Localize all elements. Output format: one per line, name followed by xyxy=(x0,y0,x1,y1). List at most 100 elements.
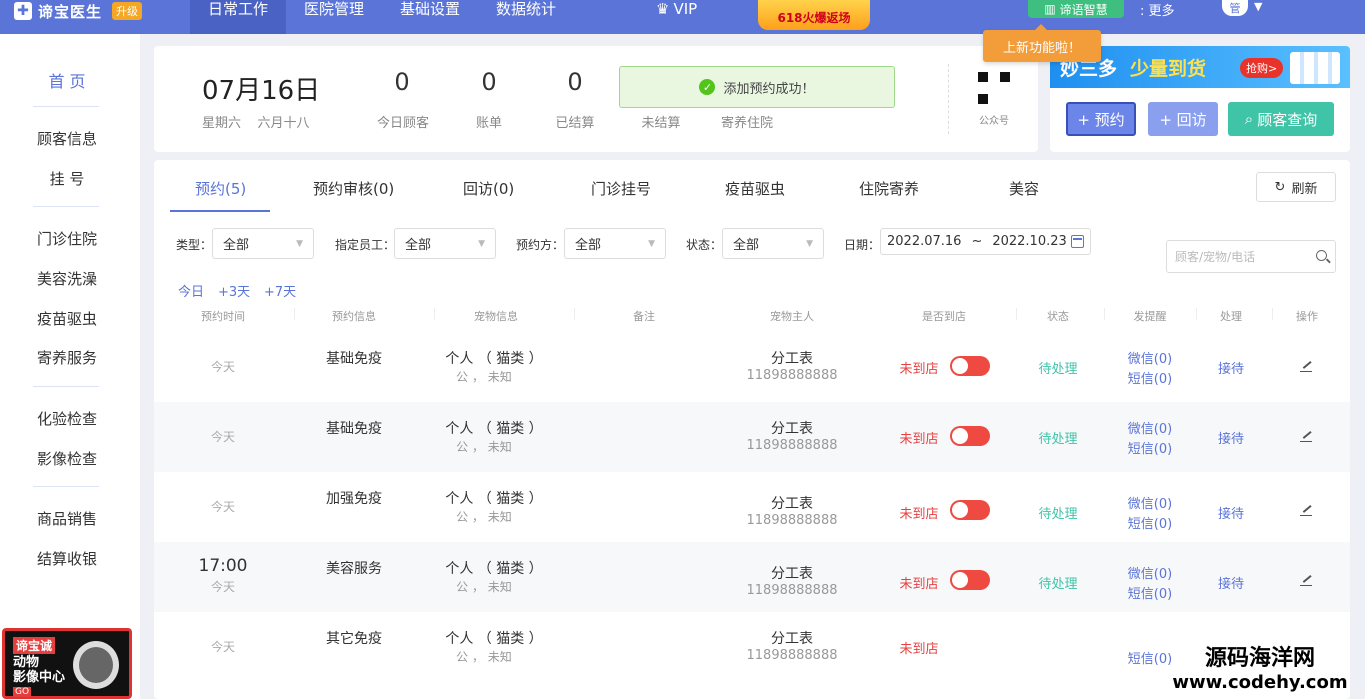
sidebar-item-sales[interactable]: 商品销售 xyxy=(0,508,134,529)
new-feature-tooltip[interactable]: 上新功能啦！ xyxy=(983,24,1101,62)
refresh-button[interactable]: ↻ 刷新 xyxy=(1256,172,1336,202)
brand-name: 谛宝医生 xyxy=(38,2,103,21)
remind-wechat[interactable]: 微信(0) xyxy=(1128,348,1172,367)
row-day: 今天 xyxy=(210,640,236,654)
tab-bar: 预约(5) 预约审核(0) 回访(0) 门诊挂号 疫苗驱虫 住院寄养 美容 ↻ … xyxy=(154,160,1350,212)
col-pet: 宠物信息 xyxy=(474,310,518,323)
receive-button[interactable]: 接待 xyxy=(1218,573,1244,592)
tab-appointments[interactable]: 预约(5) xyxy=(195,178,246,199)
magnifier-icon[interactable] xyxy=(1316,250,1327,261)
remind-wechat[interactable]: 微信(0) xyxy=(1128,493,1172,512)
sidebar-item-register[interactable]: 挂 号 xyxy=(0,168,134,189)
receive-button[interactable]: 接待 xyxy=(1218,358,1244,377)
imaging-center-ad[interactable]: 谛宝诚 动物 影像中心 GO xyxy=(2,628,132,699)
vip-link[interactable]: ♛ VIP xyxy=(656,0,697,18)
tab-review[interactable]: 预约审核(0) xyxy=(313,178,394,199)
date-range-picker[interactable]: 2022.07.16 ~ 2022.10.23 xyxy=(880,228,1091,255)
smart-button[interactable]: ▥ 谛语智慧 xyxy=(1028,0,1124,18)
tab-outpatient[interactable]: 门诊挂号 xyxy=(591,178,651,199)
watermark-url: www.codehy.com xyxy=(1172,672,1348,693)
edit-icon[interactable] xyxy=(1300,574,1312,586)
topnav-daily-work[interactable]: 日常工作 xyxy=(190,0,287,34)
chevron-down-icon: ▼ xyxy=(478,239,485,249)
row-status: 待处理 xyxy=(1038,432,1078,447)
tab-vaccine[interactable]: 疫苗驱虫 xyxy=(725,178,785,199)
lunar-date: 六月十八 xyxy=(257,116,310,131)
status-select[interactable]: 全部 ▼ xyxy=(722,228,824,259)
tab-boarding[interactable]: 住院寄养 xyxy=(859,178,919,199)
table-row[interactable]: 今天 加强免疫 个人 （ 猫类 ） 公 ， 未知 分工表 11898888888… xyxy=(154,472,1350,542)
topnav-statistics[interactable]: 数据统计 xyxy=(478,0,574,34)
row-time: 17:00 xyxy=(198,556,248,576)
edit-icon[interactable] xyxy=(1300,360,1312,372)
sidebar-divider xyxy=(33,206,99,207)
remind-sms[interactable]: 短信(0) xyxy=(1128,368,1172,387)
row-type: 基础免疫 xyxy=(326,421,382,437)
row-type: 其它免疫 xyxy=(326,631,382,647)
quick-today[interactable]: 今日 xyxy=(178,281,204,300)
stat-bills-label: 账单 xyxy=(475,116,502,131)
sidebar-item-customers[interactable]: 顾客信息 xyxy=(0,128,134,149)
remind-wechat[interactable]: 微信(0) xyxy=(1128,563,1172,582)
arrive-toggle[interactable] xyxy=(950,426,990,446)
qr-code-icon[interactable] xyxy=(978,72,1010,104)
topnav-hospital[interactable]: 医院管理 xyxy=(286,0,382,34)
edit-icon[interactable] xyxy=(1300,430,1312,442)
brand-logo[interactable]: ✚ 谛宝医生 升级 xyxy=(14,0,143,22)
banner-buy-button[interactable]: 抢购> xyxy=(1240,58,1284,78)
row-arrive-status: 未到店 xyxy=(899,642,939,657)
summary-divider xyxy=(948,64,949,134)
topnav-settings[interactable]: 基础设置 xyxy=(382,0,478,34)
row-pet: 个人 （ 猫类 ） xyxy=(445,421,543,437)
today-date: 07月16日 xyxy=(202,76,321,106)
remind-sms[interactable]: 短信(0) xyxy=(1128,583,1172,602)
booker-select[interactable]: 全部 ▼ xyxy=(564,228,666,259)
col-note: 备注 xyxy=(633,310,655,323)
sidebar-item-home[interactable]: 首 页 xyxy=(0,68,134,92)
row-phone: 11898888888 xyxy=(746,583,838,598)
quick-plus-7[interactable]: +7天 xyxy=(264,281,296,300)
sidebar-item-imaging[interactable]: 影像检查 xyxy=(0,448,134,469)
row-day: 今天 xyxy=(210,430,236,444)
type-select[interactable]: 全部 ▼ xyxy=(212,228,314,259)
chevron-down-icon: ▼ xyxy=(806,239,813,249)
tab-revisit[interactable]: 回访(0) xyxy=(463,178,514,199)
arrive-toggle[interactable] xyxy=(950,500,990,520)
sidebar-item-lab[interactable]: 化验检查 xyxy=(0,408,134,429)
edit-icon[interactable] xyxy=(1300,504,1312,516)
receive-button[interactable]: 接待 xyxy=(1218,428,1244,447)
add-revisit-button[interactable]: + 回访 xyxy=(1148,102,1218,136)
sidebar-item-clinic[interactable]: 门诊住院 xyxy=(0,228,134,249)
sidebar-divider xyxy=(33,486,99,487)
remind-wechat[interactable]: 微信(0) xyxy=(1128,418,1172,437)
arrive-toggle[interactable] xyxy=(950,570,990,590)
status-select-value: 全部 xyxy=(733,238,760,253)
smart-label: 谛语智慧 xyxy=(1059,2,1108,17)
remind-sms[interactable]: 短信(0) xyxy=(1128,438,1172,457)
search-input[interactable]: 顾客/宠物/电话 xyxy=(1166,240,1336,273)
sidebar-divider xyxy=(33,106,99,107)
row-owner: 分工表 xyxy=(771,421,813,437)
table-row[interactable]: 今天 基础免疫 个人 （ 猫类 ） 公 ， 未知 分工表 11898888888… xyxy=(154,402,1350,472)
remind-sms[interactable]: 短信(0) xyxy=(1128,513,1172,532)
sidebar-item-boarding[interactable]: 寄养服务 xyxy=(0,347,134,368)
table-row[interactable]: 17:00 今天 美容服务 个人 （ 猫类 ） 公 ， 未知 分工表 11898… xyxy=(154,542,1350,612)
user-avatar[interactable]: 管 xyxy=(1222,0,1248,16)
more-menu[interactable]: : 更多 xyxy=(1140,0,1175,19)
staff-select[interactable]: 全部 ▼ xyxy=(394,228,496,259)
tab-grooming[interactable]: 美容 xyxy=(1009,178,1039,199)
add-appointment-button[interactable]: + 预约 xyxy=(1066,102,1136,136)
sidebar-item-grooming[interactable]: 美容洗澡 xyxy=(0,268,134,289)
caret-down-icon[interactable]: ▼ xyxy=(1254,0,1262,13)
customer-search-button[interactable]: ⌕ 顾客查询 xyxy=(1228,102,1334,136)
sidebar-item-vaccine[interactable]: 疫苗驱虫 xyxy=(0,308,134,329)
upgrade-badge[interactable]: 升级 xyxy=(112,2,143,20)
receive-button[interactable]: 接待 xyxy=(1218,503,1244,522)
watermark-title: 源码海洋网 xyxy=(1204,646,1315,671)
arrive-toggle[interactable] xyxy=(950,356,990,376)
quick-plus-3[interactable]: +3天 xyxy=(218,281,250,300)
row-owner: 分工表 xyxy=(771,631,813,647)
table-row[interactable]: 今天 基础免疫 个人 （ 猫类 ） 公 ， 未知 分工表 11898888888… xyxy=(154,332,1350,402)
sidebar-item-checkout[interactable]: 结算收银 xyxy=(0,548,134,569)
promo-banner[interactable]: 618火爆返场 xyxy=(758,0,870,30)
